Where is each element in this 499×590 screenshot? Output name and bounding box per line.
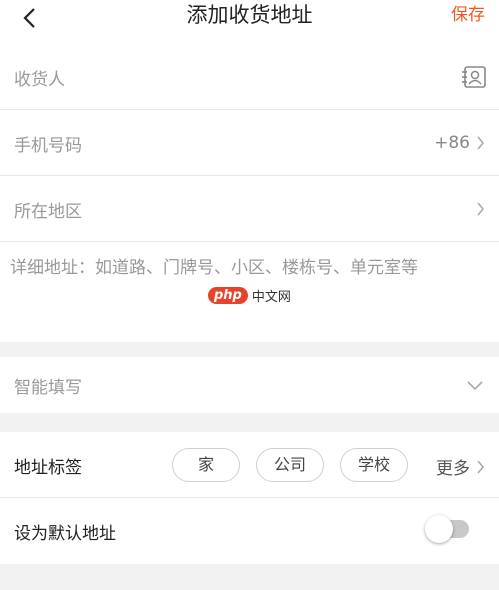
tag-company[interactable]: 公司 [256,448,324,482]
smart-fill-label: 智能填写 [14,378,82,398]
chevron-right-icon [477,459,485,474]
save-button[interactable]: 保存 [451,2,485,28]
page-title: 添加收货地址 [186,3,313,27]
more-tags-label: 更多 [436,459,470,479]
site-watermark: php 中文网 [208,286,291,305]
more-tags-button[interactable]: 更多 [436,454,485,479]
region-selector[interactable]: 所在地区 [14,197,82,222]
chevron-right-icon [477,202,485,216]
watermark-logo: php [208,287,248,304]
top-bar: 添加收货地址 保存 [0,0,499,44]
chevron-right-icon [477,136,485,150]
default-address-row: 设为默认地址 [0,498,499,564]
country-code: +86 [434,133,470,153]
toggle-knob [425,515,453,543]
watermark-text: 中文网 [251,290,291,305]
chevron-down-icon[interactable] [467,381,483,391]
recipient-input[interactable]: 收货人 [14,65,65,90]
contact-book-icon[interactable] [461,65,487,89]
address-tags-label: 地址标签 [14,457,82,478]
phone-field[interactable]: 手机号码 +86 [0,110,499,176]
default-address-label: 设为默认地址 [14,523,116,544]
tag-home[interactable]: 家 [172,448,240,482]
address-tags-row: 地址标签 [0,432,499,498]
default-address-toggle[interactable] [425,515,469,543]
region-field[interactable]: 所在地区 [0,176,499,242]
smart-fill-card[interactable]: 智能填写 [0,357,499,413]
phone-input[interactable]: 手机号码 [14,131,82,156]
recipient-field[interactable]: 收货人 [0,44,499,110]
detail-address-input[interactable]: 详细地址：如道路、门牌号、小区、楼栋号、单元室等 [10,256,440,280]
country-code-selector[interactable]: +86 [434,133,485,153]
tag-school[interactable]: 学校 [340,448,408,482]
